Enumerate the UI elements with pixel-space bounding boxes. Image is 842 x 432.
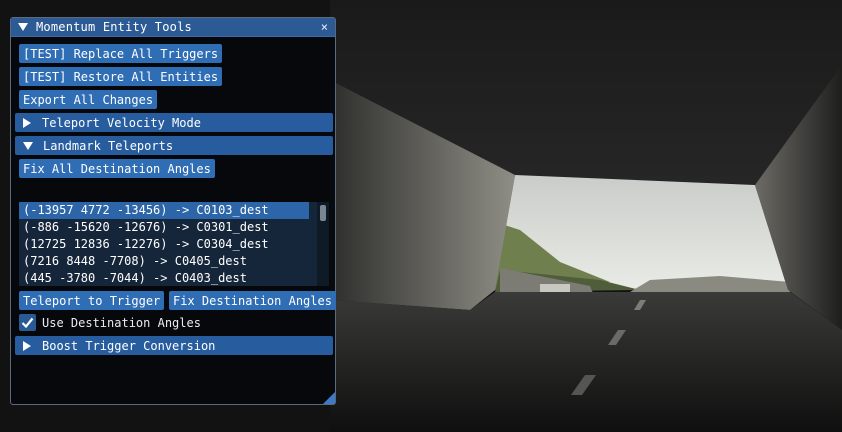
collapse-window-icon[interactable] <box>18 23 28 31</box>
teleport-list-item[interactable]: (-886 -15620 -12676) -> C0301_dest <box>19 219 309 236</box>
expand-arrow-icon <box>23 117 31 128</box>
use-destination-angles-row[interactable]: Use Destination Angles <box>19 313 201 332</box>
teleport-listbox[interactable]: (-13957 4772 -13456) -> C0103_dest (-886 … <box>19 202 329 286</box>
fix-all-destination-angles-button[interactable]: Fix All Destination Angles <box>19 159 215 178</box>
collapse-arrow-icon <box>23 141 33 150</box>
fix-destination-angles-button[interactable]: Fix Destination Angles <box>169 291 336 310</box>
teleport-list-item[interactable]: (445 -3780 -7044) -> C0403_dest <box>19 270 309 286</box>
export-all-changes-button[interactable]: Export All Changes <box>19 90 158 109</box>
expand-arrow-icon <box>23 340 31 351</box>
teleport-to-trigger-button[interactable]: Teleport to Trigger <box>19 291 165 310</box>
landmark-teleports-header[interactable]: Landmark Teleports <box>15 136 333 155</box>
replace-all-triggers-button[interactable]: [TEST] Replace All Triggers <box>19 44 223 63</box>
window-titlebar[interactable]: Momentum Entity Tools × <box>11 18 335 37</box>
listbox-scrollbar[interactable] <box>317 202 329 286</box>
teleport-list-item[interactable]: (7216 8448 -7708) -> C0405_dest <box>19 253 309 270</box>
checkmark-icon <box>21 317 34 328</box>
close-icon[interactable]: × <box>320 20 329 34</box>
teleport-velocity-mode-header[interactable]: Teleport Velocity Mode <box>15 113 333 132</box>
teleport-list-item[interactable]: (12725 12836 -12276) -> C0304_dest <box>19 236 309 253</box>
entity-tools-window[interactable]: Momentum Entity Tools × [TEST] Replace A… <box>10 17 336 405</box>
restore-all-entities-button[interactable]: [TEST] Restore All Entities <box>19 67 223 86</box>
boost-trigger-conversion-header[interactable]: Boost Trigger Conversion <box>15 336 333 355</box>
header-label: Boost Trigger Conversion <box>42 338 216 353</box>
resize-grip-icon[interactable] <box>323 392 335 404</box>
use-destination-angles-checkbox[interactable] <box>19 314 36 331</box>
window-title: Momentum Entity Tools <box>36 20 192 34</box>
checkbox-label: Use Destination Angles <box>42 315 201 330</box>
header-label: Landmark Teleports <box>43 138 174 153</box>
scrollbar-grab[interactable] <box>320 205 326 221</box>
teleport-list-item[interactable]: (-13957 4772 -13456) -> C0103_dest <box>19 202 309 219</box>
header-label: Teleport Velocity Mode <box>42 115 201 130</box>
